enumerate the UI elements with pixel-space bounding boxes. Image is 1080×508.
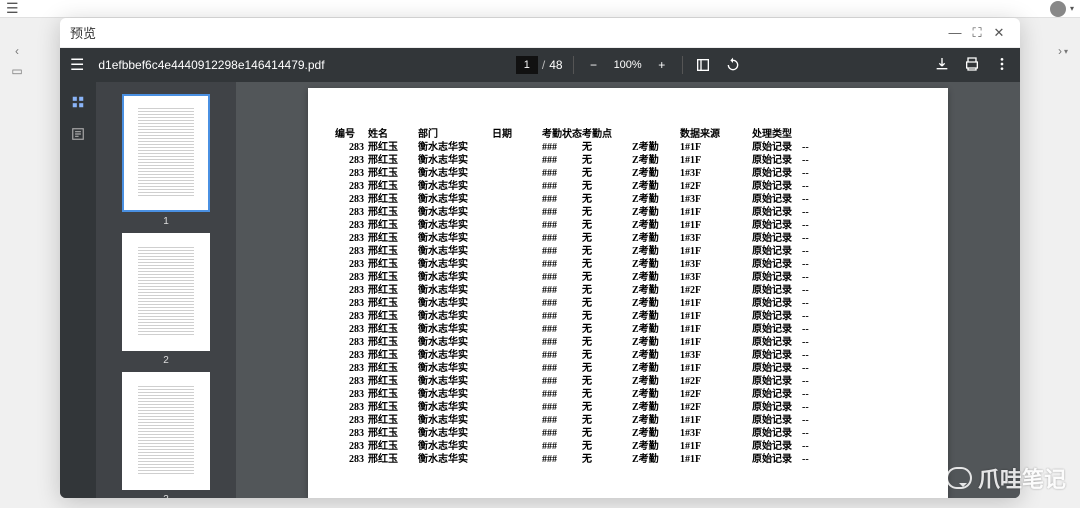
modal-close-button[interactable]: ✕ (988, 25, 1010, 41)
table-row: 283邢红玉衡水志华实###无Z考勤1#1F原始记录-- (326, 440, 930, 453)
user-caret-icon[interactable]: ▾ (1070, 4, 1074, 13)
toolbar-right (934, 56, 1010, 75)
zoom-in-button[interactable]: + (652, 55, 672, 75)
fit-page-icon[interactable] (693, 55, 713, 75)
pdf-viewer: ☰ d1efbbef6c4e4440912298e146414479.pdf /… (60, 48, 1020, 498)
more-icon[interactable] (994, 56, 1010, 75)
table-row: 283邢红玉衡水志华实###无Z考勤1#1F原始记录-- (326, 414, 930, 427)
modal-title: 预览 (70, 23, 944, 42)
app-titlebar: ☰ ▾ (0, 0, 1080, 18)
zoom-out-button[interactable]: − (584, 55, 604, 75)
table-row: 283邢红玉衡水志华实###无Z考勤1#1F原始记录-- (326, 362, 930, 375)
pdf-menu-icon[interactable]: ☰ (70, 55, 84, 75)
table-row: 283邢红玉衡水志华实###无Z考勤1#3F原始记录-- (326, 349, 930, 362)
table-row: 283邢红玉衡水志华实###无Z考勤1#1F原始记录-- (326, 297, 930, 310)
document-page: 编号姓名部门日期考勤状态考勤点数据来源处理类型283邢红玉衡水志华实###无Z考… (308, 88, 948, 498)
thumbnail[interactable]: 3 (122, 372, 210, 498)
user-avatar[interactable] (1050, 1, 1066, 17)
outline-tab-icon[interactable] (68, 124, 88, 144)
page-current-input[interactable] (516, 56, 538, 74)
outer-nav-right: › ▾ (1046, 36, 1080, 58)
download-icon[interactable] (934, 56, 950, 75)
table-row: 283邢红玉衡水志华实###无Z考勤1#1F原始记录-- (326, 310, 930, 323)
modal-expand-button[interactable]: ⛶ (966, 25, 988, 41)
document-area[interactable]: 编号姓名部门日期考勤状态考勤点数据来源处理类型283邢红玉衡水志华实###无Z考… (236, 82, 1020, 498)
data-table: 编号姓名部门日期考勤状态考勤点数据来源处理类型283邢红玉衡水志华实###无Z考… (326, 128, 930, 466)
column-header: 姓名 (368, 128, 418, 141)
thumbnail[interactable]: 2 (122, 233, 210, 366)
thumbnail-number: 1 (122, 216, 210, 227)
modal-minimize-button[interactable]: — (944, 25, 966, 40)
table-row: 283邢红玉衡水志华实###无Z考勤1#3F原始记录-- (326, 427, 930, 440)
column-header: 部门 (418, 128, 492, 141)
table-row: 283邢红玉衡水志华实###无Z考勤1#3F原始记录-- (326, 167, 930, 180)
table-row: 283邢红玉衡水志华实###无Z考勤1#2F原始记录-- (326, 375, 930, 388)
table-row: 283邢红玉衡水志华实###无Z考勤1#2F原始记录-- (326, 401, 930, 414)
pdf-body: 123 编号姓名部门日期考勤状态考勤点数据来源处理类型283邢红玉衡水志华实##… (60, 82, 1020, 498)
table-row: 283邢红玉衡水志华实###无Z考勤1#3F原始记录-- (326, 193, 930, 206)
zoom-percent: 100% (614, 59, 642, 71)
outer-nav-left: ‹ ▭ (0, 36, 34, 78)
table-row: 283邢红玉衡水志华实###无Z考勤1#3F原始记录-- (326, 232, 930, 245)
table-row: 283邢红玉衡水志华实###无Z考勤1#1F原始记录-- (326, 219, 930, 232)
toolbar-separator (682, 56, 683, 74)
table-row: 283邢红玉衡水志华实###无Z考勤1#1F原始记录-- (326, 141, 930, 154)
modal-header: 预览 — ⛶ ✕ (60, 18, 1020, 48)
table-row: 283邢红玉衡水志华实###无Z考勤1#1F原始记录-- (326, 245, 930, 258)
column-header: 处理类型 (752, 128, 802, 141)
page-total: 48 (549, 58, 562, 72)
table-row: 283邢红玉衡水志华实###无Z考勤1#1F原始记录-- (326, 206, 930, 219)
nav-back-icon[interactable]: ‹ (15, 44, 19, 58)
table-row: 283邢红玉衡水志华实###无Z考勤1#2F原始记录-- (326, 180, 930, 193)
preview-modal: 预览 — ⛶ ✕ ☰ d1efbbef6c4e4440912298e146414… (60, 18, 1020, 498)
column-header: 考勤点 (582, 128, 632, 141)
page-slash: / (542, 58, 545, 72)
column-header (632, 128, 680, 141)
thumbnail-number: 2 (122, 355, 210, 366)
table-row: 283邢红玉衡水志华实###无Z考勤1#2F原始记录-- (326, 284, 930, 297)
pdf-side-rail (60, 82, 96, 498)
page-indicator: / 48 (516, 56, 563, 74)
table-row: 283邢红玉衡水志华实###无Z考勤1#1F原始记录-- (326, 323, 930, 336)
column-header: 数据来源 (680, 128, 752, 141)
toolbar-separator (573, 56, 574, 74)
thumbnail-panel[interactable]: 1 2 3 (96, 82, 236, 498)
thumbnail[interactable]: 1 (122, 94, 210, 227)
table-row: 283邢红玉衡水志华实###无Z考勤1#1F原始记录-- (326, 154, 930, 167)
print-icon[interactable] (964, 56, 980, 75)
column-header: 编号 (326, 128, 368, 141)
rotate-icon[interactable] (723, 55, 743, 75)
column-header: 日期 (492, 128, 542, 141)
table-row: 283邢红玉衡水志华实###无Z考勤1#3F原始记录-- (326, 258, 930, 271)
table-row: 283邢红玉衡水志华实###无Z考勤1#3F原始记录-- (326, 271, 930, 284)
nav-screen-icon[interactable]: ▭ (11, 64, 22, 78)
pdf-filename: d1efbbef6c4e4440912298e146414479.pdf (98, 58, 324, 72)
pdf-toolbar: ☰ d1efbbef6c4e4440912298e146414479.pdf /… (60, 48, 1020, 82)
thumbnail-number: 3 (122, 494, 210, 498)
column-header: 考勤状态 (542, 128, 582, 141)
nav-forward-icon[interactable]: › (1058, 44, 1062, 58)
table-row: 283邢红玉衡水志华实###无Z考勤1#1F原始记录-- (326, 336, 930, 349)
app-menu-icon[interactable]: ☰ (6, 0, 19, 17)
toolbar-center: / 48 − 100% + (325, 55, 934, 75)
thumbnails-tab-icon[interactable] (68, 92, 88, 112)
nav-forward-caret-icon[interactable]: ▾ (1064, 47, 1068, 56)
table-row: 283邢红玉衡水志华实###无Z考勤1#2F原始记录-- (326, 388, 930, 401)
table-row: 283邢红玉衡水志华实###无Z考勤1#1F原始记录-- (326, 453, 930, 466)
